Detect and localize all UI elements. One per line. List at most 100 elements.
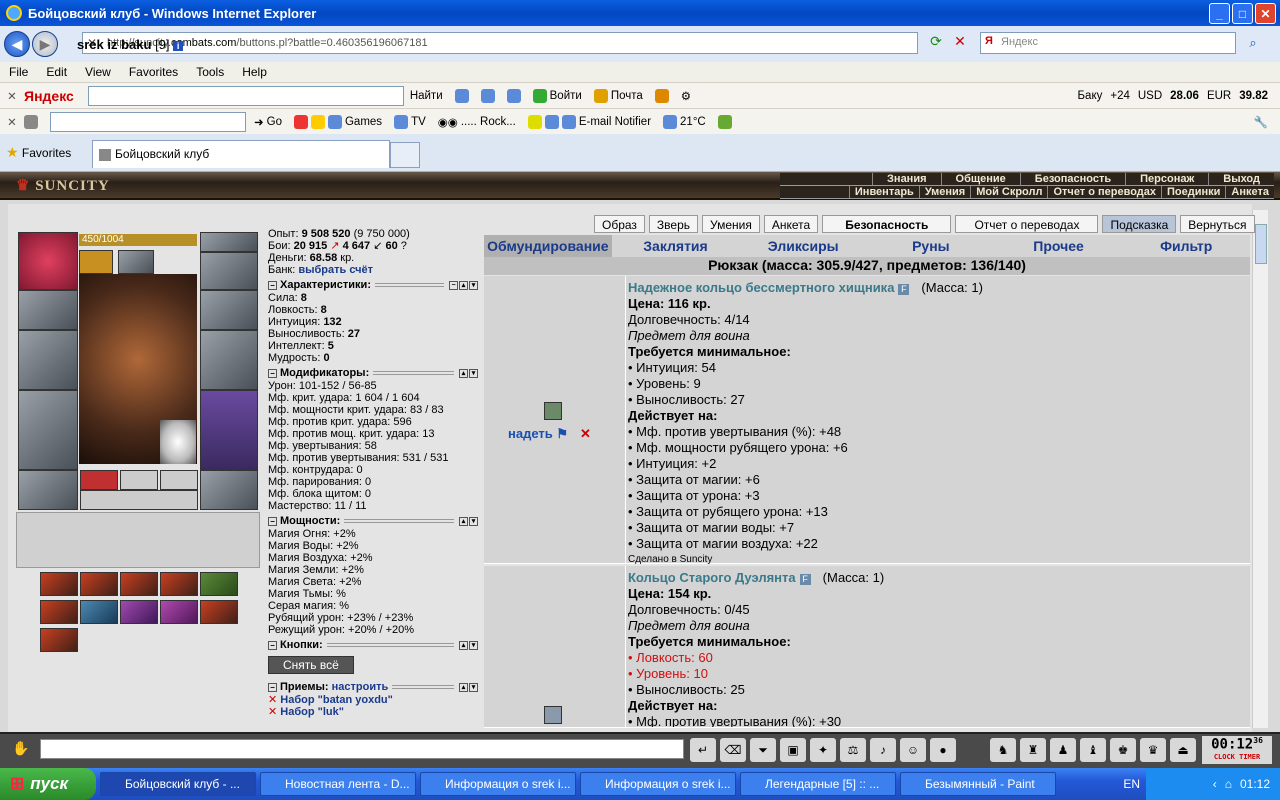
refresh-icon[interactable]: ⟳ — [926, 33, 946, 53]
search-input[interactable]: Я Яндекс — [980, 32, 1236, 54]
earring-slot[interactable] — [118, 250, 154, 274]
exit-icon[interactable]: ⏏ — [1170, 738, 1196, 762]
minimize-button[interactable]: _ — [1209, 3, 1230, 24]
wrench-icon[interactable]: 🔧 — [1254, 115, 1268, 129]
ability-2[interactable] — [80, 572, 118, 596]
action-icon-2[interactable]: ♜ — [1020, 738, 1046, 762]
menu-edit[interactable]: Edit — [37, 65, 76, 79]
yandex-search-input[interactable] — [87, 85, 404, 106]
ability-7[interactable] — [80, 600, 118, 624]
remove-all-button[interactable]: Снять всё — [268, 656, 354, 674]
ability-3[interactable] — [120, 572, 158, 596]
tab-spells[interactable]: Заклятия — [612, 235, 740, 257]
toolbar-search-combo[interactable] — [50, 111, 246, 132]
menu-help[interactable]: Help — [233, 65, 276, 79]
menu-file[interactable]: File — [0, 65, 37, 79]
nav-character[interactable]: Персонаж — [1125, 173, 1208, 185]
ring-item-image-2[interactable] — [544, 706, 562, 724]
action-icon-5[interactable]: ♚ — [1110, 738, 1136, 762]
put-on-link[interactable]: надеть — [508, 426, 553, 441]
forward-button[interactable]: ▶ — [32, 31, 58, 57]
tray-arrow-icon[interactable]: ‹ — [1213, 777, 1217, 791]
nav-communication[interactable]: Общение — [940, 173, 1020, 185]
extra-slots[interactable] — [80, 490, 198, 510]
scales-icon[interactable]: ⚖ — [840, 738, 866, 762]
tab-elixirs[interactable]: Эликсиры — [739, 235, 867, 257]
ring-slot-2[interactable] — [120, 470, 158, 490]
amulet-slot[interactable] — [79, 250, 113, 274]
tab-other[interactable]: Прочее — [995, 235, 1123, 257]
nav-knowledge[interactable]: Знания — [872, 173, 940, 185]
language-indicator[interactable]: EN — [1123, 777, 1140, 791]
save-icon[interactable]: ▣ — [780, 738, 806, 762]
skills-button[interactable]: Умения — [702, 215, 760, 233]
pet-button[interactable]: Зверь — [648, 215, 699, 233]
page-scrollbar[interactable] — [1252, 210, 1268, 728]
section-modifiers[interactable]: − Модификаторы: ▴ ▾ — [268, 367, 478, 379]
pet-owl[interactable] — [160, 420, 196, 464]
ability-6[interactable] — [40, 600, 78, 624]
go-button[interactable]: ➜ Go — [254, 115, 282, 129]
section-moves[interactable]: − Приемы: настроить ▴ ▾ — [268, 681, 478, 693]
task-legendary[interactable]: Легендарные [5] :: ... — [740, 772, 896, 796]
tv-button[interactable]: TV — [394, 114, 426, 129]
toolbar-logo-icon[interactable] — [24, 114, 38, 129]
delete-icon[interactable]: ✕ — [580, 426, 591, 441]
filter-icon[interactable]: ⏷ — [750, 738, 776, 762]
search-icon[interactable]: ⌕ — [1240, 32, 1266, 54]
action-icon-3[interactable]: ♟ — [1050, 738, 1076, 762]
hint-button[interactable]: Подсказка — [1102, 215, 1177, 233]
games-button[interactable]: Games — [293, 114, 382, 129]
gloves-slot[interactable] — [200, 232, 258, 252]
music-icon[interactable]: ♪ — [870, 738, 896, 762]
nav-inventory[interactable]: Инвентарь — [848, 186, 919, 198]
section-buttons[interactable]: − Кнопки: ▴ ▾ — [268, 639, 478, 651]
chat-input[interactable] — [40, 739, 684, 759]
bank-select-link[interactable]: выбрать счёт — [298, 264, 373, 276]
weapon-slot[interactable] — [18, 330, 78, 390]
tab-equipment[interactable]: Обмундирование — [484, 235, 612, 257]
settings-icon[interactable]: ⚙ — [681, 89, 691, 103]
info-icon[interactable]: i — [173, 40, 184, 51]
task-paint[interactable]: Безымянный - Paint — [900, 772, 1056, 796]
item-name[interactable]: Кольцо Старого Дуэлянта — [628, 570, 796, 585]
new-tab-button[interactable] — [390, 142, 420, 168]
move-set-1[interactable]: ✕ Набор "batan yoxdu" — [268, 694, 478, 706]
login-button[interactable]: Войти — [532, 88, 582, 103]
move-set-2[interactable]: ✕ Набор "luk" — [268, 706, 478, 718]
nav-profile[interactable]: Анкета — [1225, 186, 1274, 198]
armor-slot[interactable] — [18, 390, 78, 470]
translate-icon[interactable] — [506, 88, 521, 103]
pin-icon[interactable]: ⚑ — [556, 426, 568, 441]
task-fight-club[interactable]: Бойцовский клуб - ... — [100, 772, 256, 796]
ability-11[interactable] — [40, 628, 78, 652]
chat-menu-icon[interactable]: ✋ — [12, 740, 29, 757]
start-button[interactable]: ⊞ пуск — [0, 768, 96, 800]
nav-skills[interactable]: Умения — [918, 186, 970, 198]
helmet-slot[interactable] — [18, 232, 78, 290]
tray-clock[interactable]: 01:12 — [1240, 777, 1270, 791]
task-info-1[interactable]: Информация о srek i... — [420, 772, 576, 796]
section-characteristics[interactable]: − Характеристики: − ▴ ▾ — [268, 279, 478, 291]
offhand-slot[interactable] — [200, 330, 258, 390]
close-button[interactable]: ✕ — [1255, 3, 1276, 24]
ring-slot-3[interactable] — [160, 470, 198, 490]
close-toolbar-icon[interactable]: ✕ — [0, 89, 24, 103]
spell-icon[interactable] — [480, 88, 495, 103]
network-icon[interactable]: ⌂ — [1225, 777, 1232, 791]
nav-transfers[interactable]: Отчет о переводах — [1047, 186, 1161, 198]
nav-fights[interactable]: Поединки — [1161, 186, 1225, 198]
send-icon[interactable]: ↵ — [690, 738, 716, 762]
find-button[interactable]: Найти — [410, 90, 443, 102]
nav-security[interactable]: Безопасность — [1019, 173, 1125, 185]
section-powers[interactable]: − Мощности: ▴ ▾ — [268, 515, 478, 527]
action-icon-1[interactable]: ♞ — [990, 738, 1016, 762]
stop-icon[interactable]: ✕ — [950, 33, 970, 53]
ability-4[interactable] — [160, 572, 198, 596]
head-icon[interactable]: ● — [930, 738, 956, 762]
belt-slot[interactable] — [18, 470, 78, 510]
info-f-icon[interactable]: F — [898, 284, 910, 295]
tab-runes[interactable]: Руны — [867, 235, 995, 257]
fighter-icon[interactable]: ✦ — [810, 738, 836, 762]
nav-scroll[interactable]: Мой Скролл — [970, 186, 1047, 198]
